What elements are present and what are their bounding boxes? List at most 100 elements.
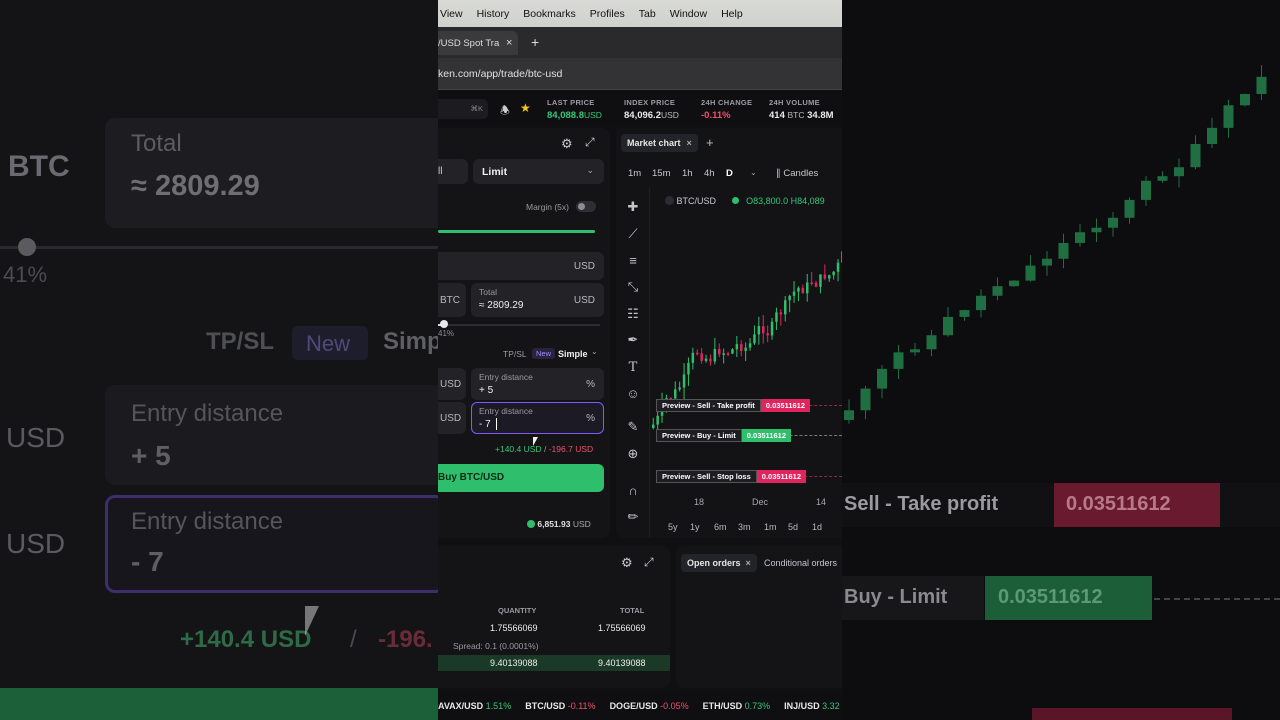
buy-button-label: Buy BTC/USD — [438, 472, 505, 483]
ticker-item[interactable]: BTC/USD -0.11% — [525, 701, 599, 711]
ticker-item[interactable]: ETH/USD 0.73% — [703, 701, 775, 711]
preview-order-label[interactable]: Preview - Sell - Take profit 0.03511612 — [656, 399, 811, 412]
menu-item-profiles[interactable]: Profiles — [583, 8, 632, 20]
table-row[interactable]: 9.40139088 9.40139088 — [438, 655, 670, 671]
browser-tab[interactable]: /USD Spot Tra × — [438, 31, 518, 55]
take-profit-input[interactable]: Entry distance + 5 % — [471, 368, 604, 400]
timeframe-1h[interactable]: 1h — [682, 168, 693, 179]
buy-button[interactable]: Buy BTC/USD — [438, 464, 604, 492]
menu-item-tab[interactable]: Tab — [632, 8, 663, 20]
slider-handle[interactable] — [439, 320, 448, 328]
volume-unit: BTC — [787, 110, 805, 120]
slider-track[interactable] — [438, 324, 600, 326]
preview-label-text: Preview - Sell - Take profit — [656, 399, 761, 412]
tpsl-mode-select[interactable]: Simple — [558, 349, 588, 359]
candle-body — [1207, 127, 1217, 144]
ruler-icon[interactable]: ✎ — [624, 418, 642, 436]
candle-body — [1157, 176, 1168, 181]
close-orders-tab-icon[interactable]: × — [746, 558, 751, 568]
candlestick-chart[interactable] — [650, 208, 842, 508]
timeframe-4h[interactable]: 4h — [704, 168, 715, 179]
timeframe-1m[interactable]: 1m — [628, 168, 641, 179]
total-field[interactable]: Total ≈ 2809.29 USD — [471, 283, 604, 317]
range-1m[interactable]: 1m — [764, 522, 777, 532]
table-row[interactable]: 1.75566069 1.75566069 — [438, 620, 670, 636]
close-tab-icon[interactable]: × — [506, 37, 512, 49]
menu-item-view[interactable]: View — [438, 8, 470, 20]
tab-open-orders[interactable]: Open orders × — [681, 554, 757, 572]
order-side-tab[interactable]: ll — [438, 159, 468, 184]
expand-icon[interactable]: ⤢ — [585, 135, 595, 150]
timeframe-chevron-icon[interactable]: ⌄ — [750, 168, 757, 177]
add-chart-icon[interactable]: + — [706, 135, 714, 150]
trendline-icon[interactable]: ⟋ — [624, 225, 642, 243]
text-caret — [496, 418, 497, 430]
tab-market-chart[interactable]: Market chart × — [621, 134, 698, 152]
zoom-in-icon[interactable]: ⊕ — [624, 445, 642, 463]
lock-drawing-icon[interactable]: ✏ — [624, 508, 642, 526]
margin-toggle[interactable] — [576, 201, 596, 212]
menu-item-history[interactable]: History — [470, 8, 517, 20]
bg-slash: / — [350, 626, 357, 653]
pattern-icon[interactable]: ⤡ — [624, 278, 642, 296]
bg-entry2: Entry distance — [131, 508, 284, 535]
order-type-select[interactable]: Limit ⌄ — [473, 159, 604, 184]
magnet-icon[interactable]: ∩ — [624, 481, 642, 499]
quantity-input[interactable]: BTC — [438, 283, 466, 317]
bg-pct: 41% — [3, 262, 48, 287]
candle-body — [722, 353, 725, 355]
star-icon[interactable]: ★ — [520, 101, 531, 115]
range-6m[interactable]: 6m — [714, 522, 727, 532]
range-5d[interactable]: 5d — [788, 522, 798, 532]
stop-loss-input[interactable]: Entry distance - 7 % — [471, 402, 604, 434]
book-expand-icon[interactable]: ⤢ — [644, 555, 654, 570]
range-1d[interactable]: 1d — [812, 522, 822, 532]
bg-val1: + 5 — [131, 440, 171, 471]
order-book: ⚙ ⤢ QUANTITY TOTAL 1.75566069 1.75566069… — [438, 546, 670, 688]
preview-order-label[interactable]: Preview - Sell - Stop loss 0.03511612 — [656, 470, 806, 483]
horizontal-lines-icon[interactable]: ≡ — [624, 251, 642, 269]
row-qty: 9.40139088 — [490, 658, 538, 668]
total-unit: USD — [573, 295, 595, 306]
candle-body — [797, 287, 800, 292]
order-progress-bar — [438, 230, 595, 233]
tp-pct-unit: % — [586, 379, 595, 390]
address-bar[interactable]: ken.com/app/trade/btc-usd — [438, 58, 842, 90]
candle-body — [1174, 167, 1184, 177]
timeframe-D[interactable]: D — [726, 168, 733, 179]
ticker-item[interactable]: AVAX/USD 1.51% — [438, 701, 515, 711]
sl-unit-field[interactable]: USD — [438, 402, 466, 434]
bell-icon[interactable]: 🕭 — [500, 102, 510, 121]
range-5y[interactable]: 5y — [668, 522, 678, 532]
book-settings-icon[interactable]: ⚙ — [621, 555, 633, 571]
bg-total-value: ≈ 2809.29 — [131, 170, 260, 202]
ticker-item[interactable]: INJ/USD 3.32 — [784, 701, 842, 711]
timeframe-15m[interactable]: 15m — [652, 168, 670, 179]
menu-item-bookmarks[interactable]: Bookmarks — [516, 8, 583, 20]
ticker-item[interactable]: DOGE/USD -0.05% — [610, 701, 693, 711]
crosshair-icon[interactable]: ✚ — [624, 198, 642, 216]
range-1y[interactable]: 1y — [690, 522, 700, 532]
new-tab-icon[interactable]: + — [531, 34, 539, 50]
close-chart-tab-icon[interactable]: × — [687, 138, 692, 148]
settings-gear-icon[interactable]: ⚙ — [561, 136, 573, 152]
tab-conditional-orders[interactable]: Conditional orders — [764, 558, 837, 568]
preview-order-label[interactable]: Preview - Buy - Limit 0.03511612 — [656, 429, 791, 442]
bg-candles — [844, 65, 1267, 424]
search-box[interactable]: ⌘K — [438, 99, 488, 119]
measure-icon[interactable]: ☷ — [624, 305, 642, 323]
brush-icon[interactable]: ✒ — [624, 331, 642, 349]
menu-item-window[interactable]: Window — [663, 8, 714, 20]
range-3m[interactable]: 3m — [738, 522, 751, 532]
screen-recording: View History Bookmarks Profiles Tab Window Hel… — [438, 0, 842, 720]
tp-unit-field[interactable]: USD — [438, 368, 466, 400]
candle-body — [766, 333, 769, 336]
qty-unit: BTC — [440, 295, 460, 306]
candles-select[interactable]: ∥ Candles — [776, 168, 818, 179]
amount-input[interactable]: USD — [438, 252, 604, 280]
emoji-icon[interactable]: ☺ — [624, 384, 642, 402]
menu-item-help[interactable]: Help — [714, 8, 750, 20]
last-price-unit: USD — [583, 110, 602, 120]
tpsl-label: TP/SL — [503, 349, 527, 359]
text-tool-icon[interactable]: T — [624, 358, 642, 376]
